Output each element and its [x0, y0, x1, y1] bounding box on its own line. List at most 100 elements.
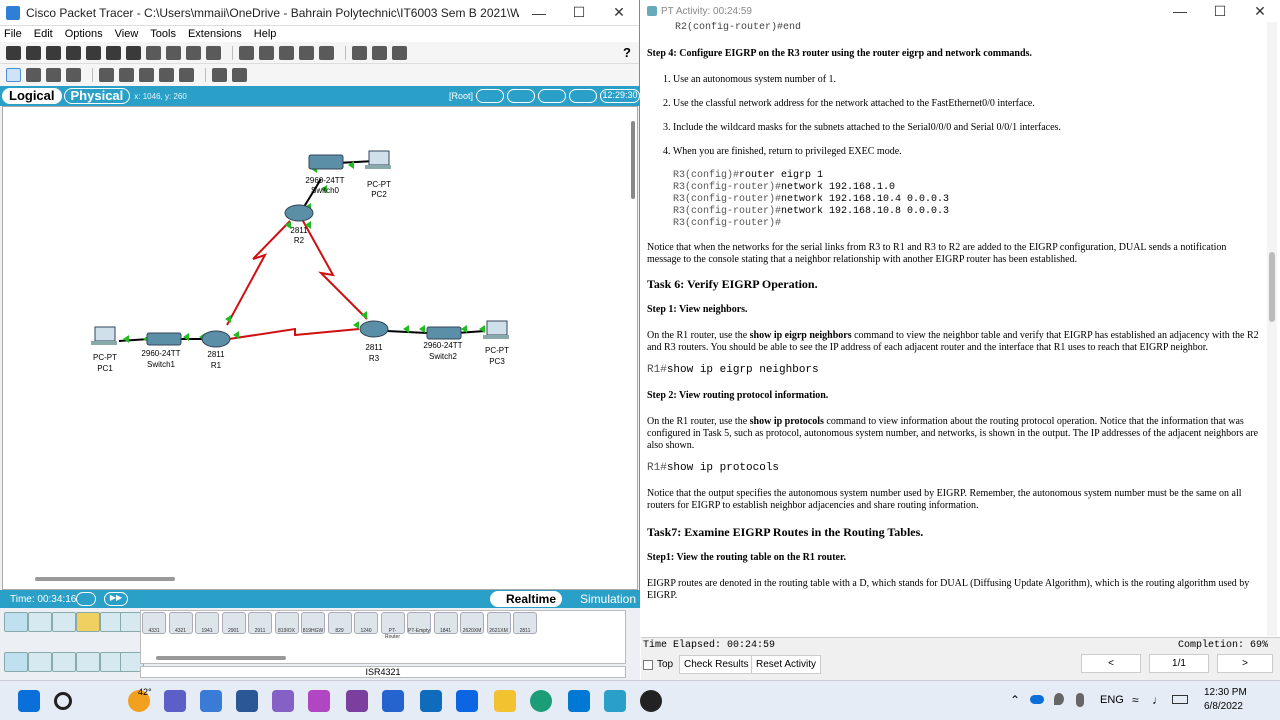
photoshop-icon[interactable]: [346, 690, 368, 712]
doc-scroll-thumb[interactable]: [1269, 252, 1275, 322]
snip-tool-icon[interactable]: [308, 690, 330, 712]
language-indicator[interactable]: ENG: [1100, 694, 1124, 706]
simple-pdu-icon[interactable]: [212, 68, 227, 82]
new-icon[interactable]: [6, 45, 21, 60]
open-icon[interactable]: [26, 45, 41, 60]
environment-pill[interactable]: [538, 89, 566, 103]
microphone-icon[interactable]: [1076, 693, 1084, 707]
network-info-icon[interactable]: [106, 45, 121, 60]
zoom-out-icon[interactable]: [279, 45, 294, 60]
mail-icon[interactable]: [420, 690, 442, 712]
menu-tools[interactable]: Tools: [150, 28, 176, 40]
activity-wizard-icon[interactable]: [126, 45, 141, 60]
save-icon[interactable]: [46, 45, 61, 60]
screenshot-icon[interactable]: [392, 45, 407, 60]
zoom-reset-icon[interactable]: [259, 45, 274, 60]
top-checkbox[interactable]: [643, 660, 653, 670]
end-devices-icon[interactable]: [28, 612, 52, 632]
maximize-button[interactable]: ☐: [559, 4, 599, 21]
location-icon[interactable]: [1054, 693, 1064, 705]
hubs-icon[interactable]: [52, 652, 76, 672]
routers-icon[interactable]: [4, 652, 28, 672]
physical-tab[interactable]: Physical: [63, 88, 131, 104]
next-page-button[interactable]: >: [1217, 654, 1273, 673]
router-model-3[interactable]: 1941: [195, 612, 219, 634]
battery-icon[interactable]: [1172, 695, 1188, 704]
router-model-9[interactable]: 1240: [354, 612, 378, 634]
teams-icon[interactable]: [164, 690, 186, 712]
copy-icon[interactable]: [146, 45, 161, 60]
instructions-document[interactable]: R2(config-router)#end Step 4: Configure …: [647, 22, 1261, 636]
ellipse-icon[interactable]: [159, 68, 174, 82]
help-icon[interactable]: ?: [623, 45, 631, 60]
start-icon[interactable]: [18, 690, 40, 712]
tray-chevron-icon[interactable]: ⌃: [1010, 693, 1020, 707]
realtime-tab[interactable]: Realtime: [490, 591, 563, 607]
redo-icon[interactable]: [206, 45, 221, 60]
search-icon[interactable]: [54, 692, 72, 710]
reset-activity-button[interactable]: Reset Activity: [751, 655, 822, 674]
connections-icon[interactable]: [76, 612, 100, 632]
router-model-4[interactable]: 2901: [221, 612, 246, 634]
drawing-palette-icon[interactable]: [299, 45, 314, 60]
menu-file[interactable]: File: [4, 28, 22, 40]
router-model-5[interactable]: 2911: [248, 612, 272, 634]
activity-minimize-button[interactable]: —: [1160, 3, 1200, 19]
network-devices-icon[interactable]: [4, 612, 28, 632]
line-icon[interactable]: [119, 68, 134, 82]
router-model-2[interactable]: 4321: [168, 612, 193, 634]
logical-tab[interactable]: Logical: [2, 88, 62, 104]
model-scrollbar[interactable]: [156, 656, 286, 660]
check-results-button[interactable]: Check Results: [679, 655, 754, 674]
clock-time[interactable]: 12:30 PM: [1204, 687, 1247, 698]
word-icon[interactable]: [236, 690, 258, 712]
python-icon[interactable]: [372, 45, 387, 60]
wifi-icon[interactable]: ≈: [1132, 693, 1139, 707]
components-icon[interactable]: [52, 612, 76, 632]
packet-tracer-taskbar-icon[interactable]: [604, 690, 626, 712]
freeform-icon[interactable]: [179, 68, 194, 82]
print-icon[interactable]: [66, 45, 81, 60]
resize-icon[interactable]: [66, 68, 81, 82]
router-model-8[interactable]: 829: [327, 612, 352, 634]
complex-pdu-icon[interactable]: [232, 68, 247, 82]
outlook-icon[interactable]: [568, 690, 590, 712]
menu-options[interactable]: Options: [65, 28, 103, 40]
undo-icon[interactable]: [186, 45, 201, 60]
info-icon[interactable]: [86, 45, 101, 60]
visual-studio-icon[interactable]: [272, 690, 294, 712]
onedrive-icon[interactable]: [1030, 695, 1044, 704]
router-model-6[interactable]: 819IOX: [274, 612, 299, 634]
volume-icon[interactable]: ♩: [1152, 693, 1164, 707]
close-button[interactable]: ✕: [599, 4, 639, 21]
todo-icon[interactable]: [382, 690, 404, 712]
prev-page-button[interactable]: <: [1081, 654, 1141, 673]
custom-device-icon[interactable]: [319, 45, 334, 60]
menu-edit[interactable]: Edit: [34, 28, 53, 40]
router-model-13[interactable]: 2620XM: [460, 612, 484, 634]
activity-close-button[interactable]: ✕: [1240, 3, 1280, 20]
edge-icon[interactable]: [530, 690, 552, 712]
clock-date[interactable]: 6/8/2022: [1204, 701, 1243, 712]
router-model-15[interactable]: 2811: [513, 612, 537, 634]
cluster-icon[interactable]: [352, 45, 367, 60]
zoom-in-icon[interactable]: [239, 45, 254, 60]
menu-view[interactable]: View: [115, 28, 139, 40]
viewport-icon[interactable]: [507, 89, 535, 103]
activity-maximize-button[interactable]: ☐: [1200, 3, 1240, 20]
simulation-tab[interactable]: Simulation: [566, 591, 640, 607]
menu-help[interactable]: Help: [254, 28, 277, 40]
router-model-14[interactable]: 2621XM: [486, 612, 511, 634]
menu-extensions[interactable]: Extensions: [188, 28, 242, 40]
delete-icon[interactable]: [46, 68, 61, 82]
router-model-7[interactable]: 819HGW: [301, 612, 325, 634]
inspect-icon[interactable]: [26, 68, 41, 82]
minimize-button[interactable]: —: [519, 5, 559, 21]
router-model-10[interactable]: PT-Router: [380, 612, 405, 640]
rectangle-icon[interactable]: [139, 68, 154, 82]
note-icon[interactable]: [99, 68, 114, 82]
wireless-icon[interactable]: [76, 652, 100, 672]
root-label[interactable]: [Root]: [449, 91, 473, 101]
trello-icon[interactable]: [456, 690, 478, 712]
notepad-icon[interactable]: [200, 690, 222, 712]
